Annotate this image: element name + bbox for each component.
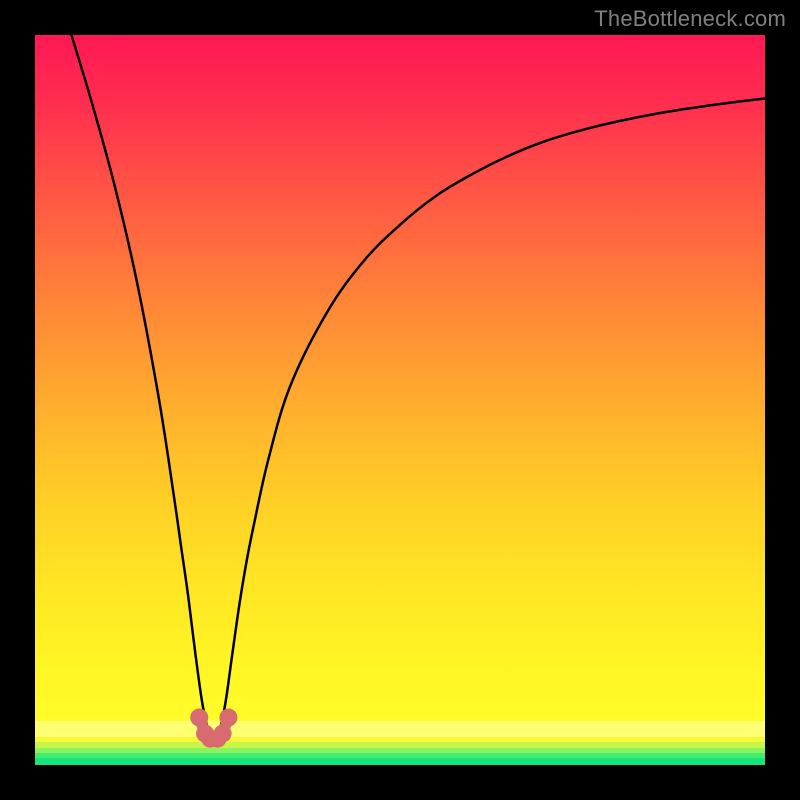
- plot-area: [35, 35, 765, 765]
- marker-layer: [35, 35, 765, 765]
- chart-root: TheBottleneck.com: [0, 0, 800, 800]
- watermark-text: TheBottleneck.com: [594, 6, 786, 32]
- ideal-range-connector: [199, 718, 228, 739]
